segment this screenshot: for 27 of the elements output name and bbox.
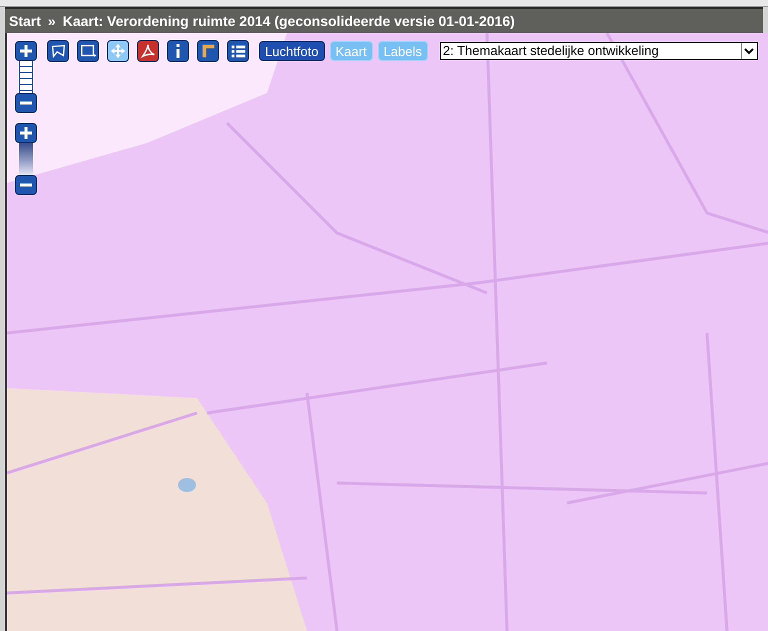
plus-icon xyxy=(19,126,33,140)
zoom-in-button[interactable] xyxy=(15,123,37,143)
tool-button[interactable] xyxy=(77,40,99,62)
layer-button[interactable]: Luchtfoto xyxy=(259,41,324,61)
zoom-scale[interactable] xyxy=(19,61,33,93)
plus-icon xyxy=(19,44,33,58)
zoom-in-button[interactable] xyxy=(15,41,37,61)
info-icon xyxy=(176,44,180,58)
tool-button[interactable] xyxy=(227,40,249,62)
map-select[interactable]: 2: Themakaart stedelijke ontwikkeling xyxy=(440,42,758,60)
tool-button[interactable] xyxy=(107,40,129,62)
pdf-icon xyxy=(139,42,157,60)
move-arrows-icon xyxy=(109,42,127,60)
tool-button[interactable] xyxy=(197,40,219,62)
tool-button[interactable] xyxy=(137,40,159,62)
chevron-down-icon xyxy=(744,48,754,54)
tool-button[interactable] xyxy=(47,40,69,62)
breadcrumb-separator: » xyxy=(48,12,56,30)
slider-track[interactable] xyxy=(19,143,33,175)
zoom-out-button[interactable] xyxy=(15,175,37,195)
rectangle-icon xyxy=(79,42,97,60)
zoom-out-button[interactable] xyxy=(15,93,37,113)
tool-button[interactable] xyxy=(167,40,189,62)
polygon-icon xyxy=(49,42,67,60)
page-title: Kaart: Verordening ruimte 2014 (geconsolideerde versie 01-01-2016) xyxy=(62,12,515,31)
select-value: 2: Themakaart stedelijke ontwikkeling xyxy=(442,42,659,60)
breadcrumb-link[interactable]: Start xyxy=(9,10,41,32)
